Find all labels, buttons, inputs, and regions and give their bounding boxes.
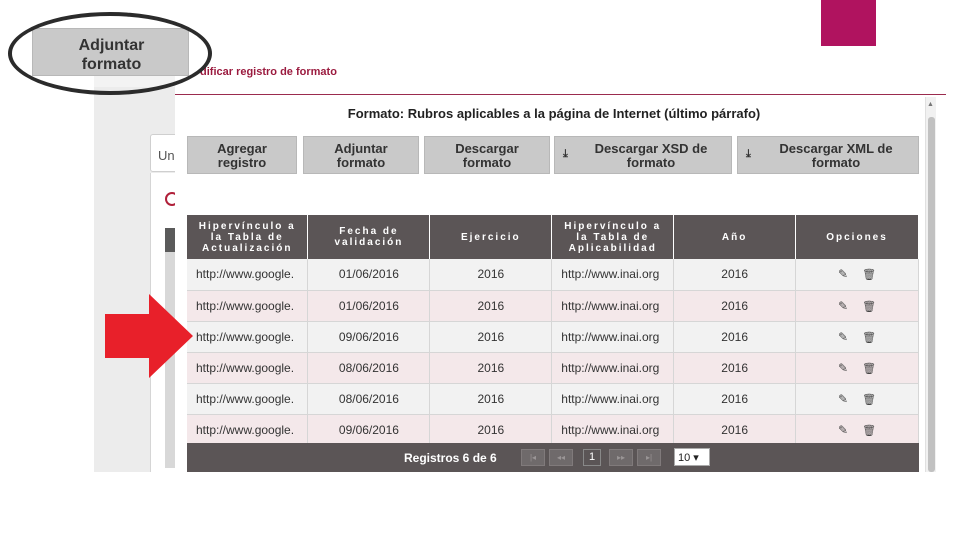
format-heading: Formato: Rubros aplicables a la página d… [347,106,761,121]
edit-icon[interactable]: ✎ [838,392,848,406]
table-cell: 2016 [429,352,553,384]
table-cell[interactable]: http://www.inai.org [551,321,675,353]
red-arrow-icon [105,294,193,378]
table-cell: 2016 [673,259,797,291]
table-cell[interactable]: http://www.google. [187,352,309,384]
delete-icon[interactable]: 🗑 [862,268,876,281]
table-cell[interactable]: http://www.google. [187,383,309,415]
modal-title: dificar registro de formato [200,66,337,78]
table-cell: 2016 [429,414,553,446]
page-size-select[interactable]: 10 ▾ [674,448,710,466]
prev-page-button[interactable]: ◂◂ [549,449,573,466]
table-cell: 08/06/2016 [307,383,431,415]
delete-icon[interactable]: 🗑 [862,424,876,437]
pagination-bar: Registros 6 de 6 |◂ ◂◂ 1 ▸▸ ▸| 10 ▾ [187,443,919,472]
table-cell: 2016 [429,259,553,291]
options-cell: ✎ 🗑 [795,321,919,353]
options-cell: ✎ 🗑 [795,259,919,291]
table-cell: 2016 [673,290,797,322]
edit-icon[interactable]: ✎ [838,423,848,437]
options-cell: ✎ 🗑 [795,383,919,415]
table-cell: 01/06/2016 [307,259,431,291]
last-page-button[interactable]: ▸| [637,449,661,466]
delete-icon[interactable]: 🗑 [862,393,876,406]
screenshot-stage: Un dificar registro de formato ▲ Formato… [0,0,960,540]
table-cell[interactable]: http://www.google. [187,290,309,322]
table-row: http://www.google. 01/06/2016 2016 http://w… [187,290,919,322]
toolbar: Agregar registro Adjuntar formato Descar… [187,136,919,174]
table-row: http://www.google. 01/06/2016 2016 http://w… [187,259,919,291]
delete-icon[interactable]: 🗑 [862,331,876,344]
table-cell: 2016 [429,383,553,415]
table-row: http://www.google. 09/06/2016 2016 http://w… [187,414,919,446]
delete-icon[interactable]: 🗑 [862,362,876,375]
column-header: Opciones [795,215,919,259]
table-cell[interactable]: http://www.google. [187,259,309,291]
button-label: Adjuntar formato [334,141,388,170]
delete-icon[interactable]: 🗑 [862,300,876,313]
table-body: http://www.google. 01/06/2016 2016 http://w… [187,259,919,446]
column-header[interactable]: Ejercicio [429,215,553,259]
table-row: http://www.google. 08/06/2016 2016 http://w… [187,352,919,384]
table-cell: 2016 [673,414,797,446]
table-cell: 09/06/2016 [307,414,431,446]
highlight-ellipse [8,12,212,95]
button-label: Descargar XSD de formato [594,141,708,170]
table-cell: 2016 [673,321,797,353]
download-format-button[interactable]: Descargar formato [424,136,550,174]
table-row: http://www.google. 09/06/2016 2016 http://w… [187,321,919,353]
modal-title-bar: dificar registro de formato [175,57,946,95]
table-cell[interactable]: http://www.google. [187,414,309,446]
edit-icon[interactable]: ✎ [838,267,848,281]
download-xsd-button[interactable]: ⤓ Descargar XSD de formato [554,136,732,174]
first-page-button[interactable]: |◂ [521,449,545,466]
modal-scrollbar[interactable]: ▲ [925,97,936,472]
column-header[interactable]: Fecha de validación [307,215,431,259]
add-record-button[interactable]: Agregar registro [187,136,297,174]
table-cell[interactable]: http://www.inai.org [551,414,675,446]
options-cell: ✎ 🗑 [795,290,919,322]
download-icon: ⤓ [746,148,751,160]
table-cell: 09/06/2016 [307,321,431,353]
scrollbar-thumb[interactable] [928,117,935,472]
table-cell: 01/06/2016 [307,290,431,322]
edit-icon[interactable]: ✎ [838,299,848,313]
accent-square [821,0,876,46]
table-cell[interactable]: http://www.inai.org [551,383,675,415]
table-row: http://www.google. 08/06/2016 2016 http://w… [187,383,919,415]
records-count: Registros 6 de 6 [404,451,497,465]
table-cell[interactable]: http://www.inai.org [551,290,675,322]
table-cell[interactable]: http://www.google. [187,321,309,353]
table-cell: 2016 [429,321,553,353]
column-header[interactable]: Hipervínculo a la Tabla de Aplicabilidad [551,215,675,259]
edit-format-modal: dificar registro de formato ▲ Formato: R… [175,57,946,472]
table-cell: 2016 [673,352,797,384]
current-page-button[interactable]: 1 [583,449,601,466]
button-label: Descargar XML de formato [779,141,893,170]
button-label: Descargar formato [455,141,519,170]
column-header[interactable]: Hipervínculo a la Tabla de Actualización [187,215,309,259]
edit-icon[interactable]: ✎ [838,361,848,375]
table-cell: 2016 [673,383,797,415]
table-cell[interactable]: http://www.inai.org [551,352,675,384]
button-label: Agregar registro [217,141,267,170]
table-cell[interactable]: http://www.inai.org [551,259,675,291]
records-table: Hipervínculo a la Tabla de Actualización… [187,215,919,446]
options-cell: ✎ 🗑 [795,414,919,446]
table-cell: 08/06/2016 [307,352,431,384]
options-cell: ✎ 🗑 [795,352,919,384]
column-header[interactable]: Año [673,215,797,259]
attach-format-button[interactable]: Adjuntar formato [303,136,419,174]
edit-icon[interactable]: ✎ [838,330,848,344]
download-icon: ⤓ [563,148,568,160]
table-header-row: Hipervínculo a la Tabla de Actualización… [187,215,919,259]
table-cell: 2016 [429,290,553,322]
download-xml-button[interactable]: ⤓ Descargar XML de formato [737,136,919,174]
next-page-button[interactable]: ▸▸ [609,449,633,466]
